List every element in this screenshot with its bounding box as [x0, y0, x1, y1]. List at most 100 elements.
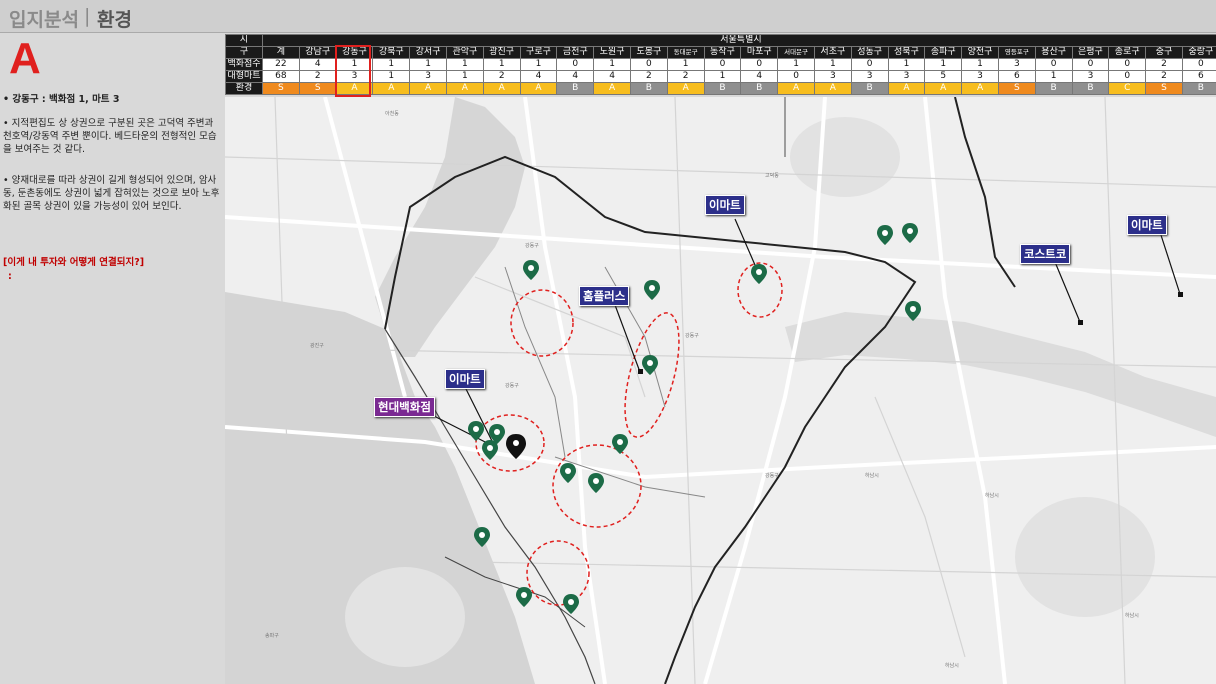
svg-text:하남시: 하남시: [1125, 612, 1139, 619]
districts-cell: 송파구: [924, 46, 963, 59]
districts-cell: 계: [262, 46, 300, 59]
svg-text:하남시: 하남시: [985, 492, 999, 499]
env-cell: C: [1108, 82, 1147, 95]
districts-cell: 중랑구: [1181, 46, 1216, 59]
mart-cell: 3: [409, 70, 447, 83]
dept-cell: 0: [1034, 58, 1073, 71]
svg-text:강동구: 강동구: [505, 382, 519, 389]
commerce-note-2: • 양재대로를 따라 상권이 길게 형성되어 있으며, 암사동, 둔촌동에도 상…: [3, 175, 220, 212]
districts-cell: 도봉구: [629, 46, 668, 59]
mart-cell: 2: [629, 70, 668, 83]
dept-cell: 4: [298, 58, 337, 71]
svg-text:강동구: 강동구: [765, 472, 779, 479]
dept-cell: 0: [629, 58, 668, 71]
env-cell: B: [703, 82, 742, 95]
dept-cell: 1: [335, 58, 374, 71]
dept-cell: 1: [445, 58, 484, 71]
row-label-dept: 백화점수: [225, 58, 263, 71]
topic-title: 환경: [97, 9, 132, 31]
districts-cell: 동대문구: [666, 46, 705, 59]
dept-cell: 1: [519, 58, 558, 71]
env-cell: S: [262, 82, 300, 95]
dept-cell: 1: [593, 58, 631, 71]
env-cell: B: [1181, 82, 1216, 95]
districts-cell: 강서구: [409, 46, 447, 59]
env-cell: B: [1034, 82, 1073, 95]
table-row-city: 시 서울특별시: [225, 34, 1216, 47]
mart-cell: 3: [887, 70, 926, 83]
districts-cell: 중구: [1145, 46, 1183, 59]
title-bar: 입지분석 | 환경: [0, 0, 1216, 33]
title-separator: |: [84, 5, 91, 27]
table-row-districts: 구 계 강남구 강동구 강북구 강서구 관악구 광진구 구로구 금천구 노원구 도봉구 동대문구 동작구…: [225, 46, 1216, 59]
dept-cell: 0: [850, 58, 889, 71]
mart-cell: 1: [445, 70, 484, 83]
map-canvas: 아천동강동구고덕동 광진구강동구강동구 강동구 하남시하남시 송파구하남시하남시: [225, 97, 1216, 684]
districts-cell: 영등포구: [997, 46, 1036, 59]
table-row-dept: 백화점수 22 4 1 1 1 1 1 1 0 1 0 1 0 0 1 1 0 1 1 1 3 0 0 0 2 0: [225, 58, 1216, 71]
districts-cell: 구로구: [519, 46, 558, 59]
table-row-env: 환경 SSAAAAAABABABBAABAAASBBCSB: [225, 82, 1216, 95]
dept-cell: 0: [1181, 58, 1216, 71]
env-cell: B: [629, 82, 668, 95]
dept-cell: 0: [703, 58, 742, 71]
section-title: 입지분석: [9, 9, 79, 31]
mart-cell: 4: [556, 70, 595, 83]
env-cell: A: [813, 82, 852, 95]
svg-text:고덕동: 고덕동: [765, 172, 779, 179]
investment-question: [이게 내 투자와 어떻게 연결되지?]: [3, 257, 145, 268]
svg-text:아천동: 아천동: [385, 110, 399, 117]
mart-cell: 2: [666, 70, 705, 83]
districts-cell: 양천구: [961, 46, 999, 59]
dept-cell: 1: [666, 58, 705, 71]
dept-cell: 1: [482, 58, 521, 71]
districts-cell: 강북구: [372, 46, 411, 59]
mart-cell: 1: [1034, 70, 1073, 83]
mart-cell: 4: [593, 70, 631, 83]
dept-cell: 0: [1071, 58, 1110, 71]
svg-text:송파구: 송파구: [265, 632, 279, 639]
env-cell: A: [519, 82, 558, 95]
env-cell: A: [666, 82, 705, 95]
env-cell: A: [482, 82, 521, 95]
mart-cell: 1: [372, 70, 411, 83]
dept-cell: 3: [997, 58, 1036, 71]
env-cell: A: [372, 82, 411, 95]
map-area[interactable]: 아천동 강동구 고덕동 광진구 강동구 강동구 강동구 하남시 하남시 송파구 하남시 하남시 …: [225, 97, 1216, 684]
dept-cell: 0: [556, 58, 595, 71]
dept-cell: 1: [961, 58, 999, 71]
district-stats-table: 시 서울특별시 구 계 강남구 강동구 강북구 강서구 관악구 광진구 구로구 금천구 노원구 도봉…: [225, 34, 1216, 95]
districts-cell: 금천구: [556, 46, 595, 59]
districts-cell: 성북구: [887, 46, 926, 59]
mart-cell: 2: [482, 70, 521, 83]
mart-cell: 4: [519, 70, 558, 83]
row-label-city: 시: [225, 34, 263, 47]
grade-letter: A: [9, 34, 41, 83]
dept-cell: 1: [813, 58, 852, 71]
env-cell: A: [777, 82, 815, 95]
row-label-env: 환경: [225, 82, 263, 95]
dept-cell: 0: [740, 58, 779, 71]
svg-text:강동구: 강동구: [525, 242, 539, 249]
mart-cell: 3: [1071, 70, 1110, 83]
env-cell: A: [335, 82, 374, 95]
districts-cell: 관악구: [445, 46, 484, 59]
env-cell: B: [556, 82, 595, 95]
emart-label-1: 이마트: [705, 195, 745, 215]
districts-cell: 마포구: [740, 46, 779, 59]
mart-cell: 3: [813, 70, 852, 83]
env-cell: S: [997, 82, 1036, 95]
mart-cell: 2: [1145, 70, 1183, 83]
env-cell: A: [887, 82, 926, 95]
mart-cell: 3: [850, 70, 889, 83]
mart-cell: 5: [924, 70, 963, 83]
env-cell: A: [961, 82, 999, 95]
mart-cell: 2: [298, 70, 337, 83]
districts-cell: 은평구: [1071, 46, 1110, 59]
dept-cell: 1: [924, 58, 963, 71]
emart-label-3: 이마트: [445, 369, 485, 389]
hyundai-label: 현대백화점: [374, 397, 435, 417]
districts-cell: 서초구: [813, 46, 852, 59]
dept-cell: 2: [1145, 58, 1183, 71]
mart-cell: 3: [961, 70, 999, 83]
